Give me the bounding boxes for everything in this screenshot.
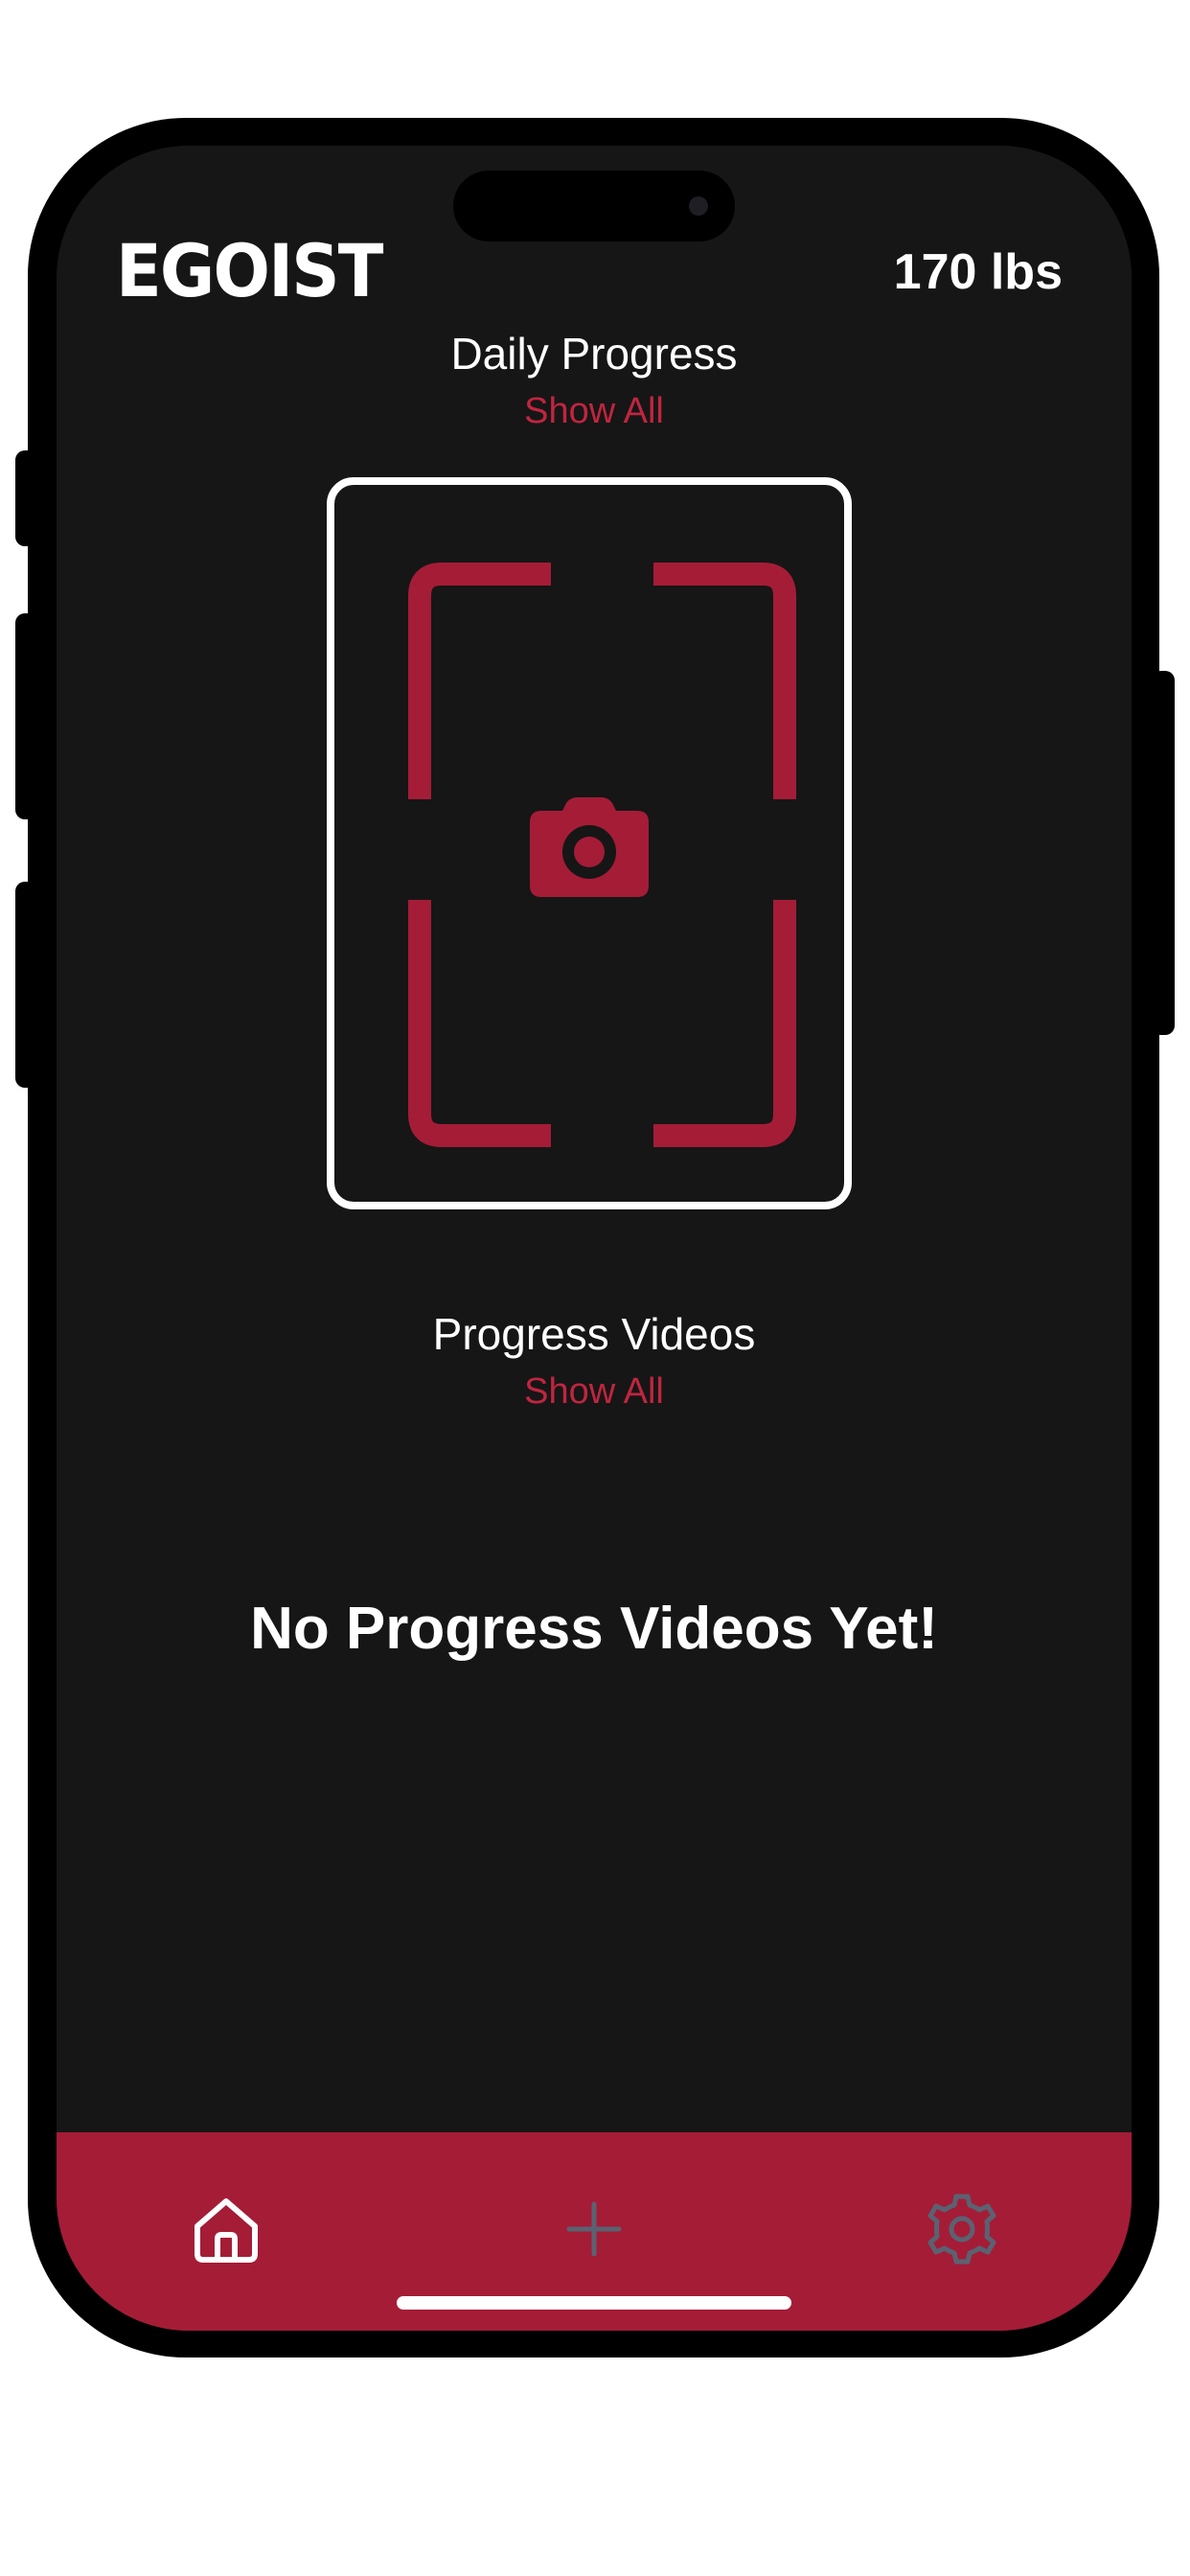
gear-icon xyxy=(927,2194,996,2265)
progress-videos-title: Progress Videos xyxy=(432,1309,756,1359)
add-daily-photo-button[interactable] xyxy=(327,477,852,1209)
progress-videos-show-all-link[interactable]: Show All xyxy=(57,1368,1132,1414)
home-indicator[interactable] xyxy=(397,2296,791,2310)
tab-settings[interactable] xyxy=(909,2176,1015,2282)
home-icon xyxy=(195,2198,258,2263)
dynamic-island xyxy=(453,171,735,242)
tab-home[interactable] xyxy=(173,2176,279,2282)
tab-add[interactable] xyxy=(541,2176,647,2282)
plus-icon xyxy=(566,2201,622,2257)
current-weight[interactable]: 170 lbs xyxy=(894,242,1063,303)
app-screen: EGOIST 170 lbs Daily Progress Show All P… xyxy=(57,146,1132,2331)
daily-progress-title: Daily Progress xyxy=(450,329,738,379)
front-camera xyxy=(689,196,708,216)
camera-icon xyxy=(530,797,649,897)
no-videos-message: No Progress Videos Yet! xyxy=(250,1596,938,1662)
app-logo: EGOIST xyxy=(116,228,383,313)
daily-progress-show-all-link[interactable]: Show All xyxy=(57,388,1132,434)
